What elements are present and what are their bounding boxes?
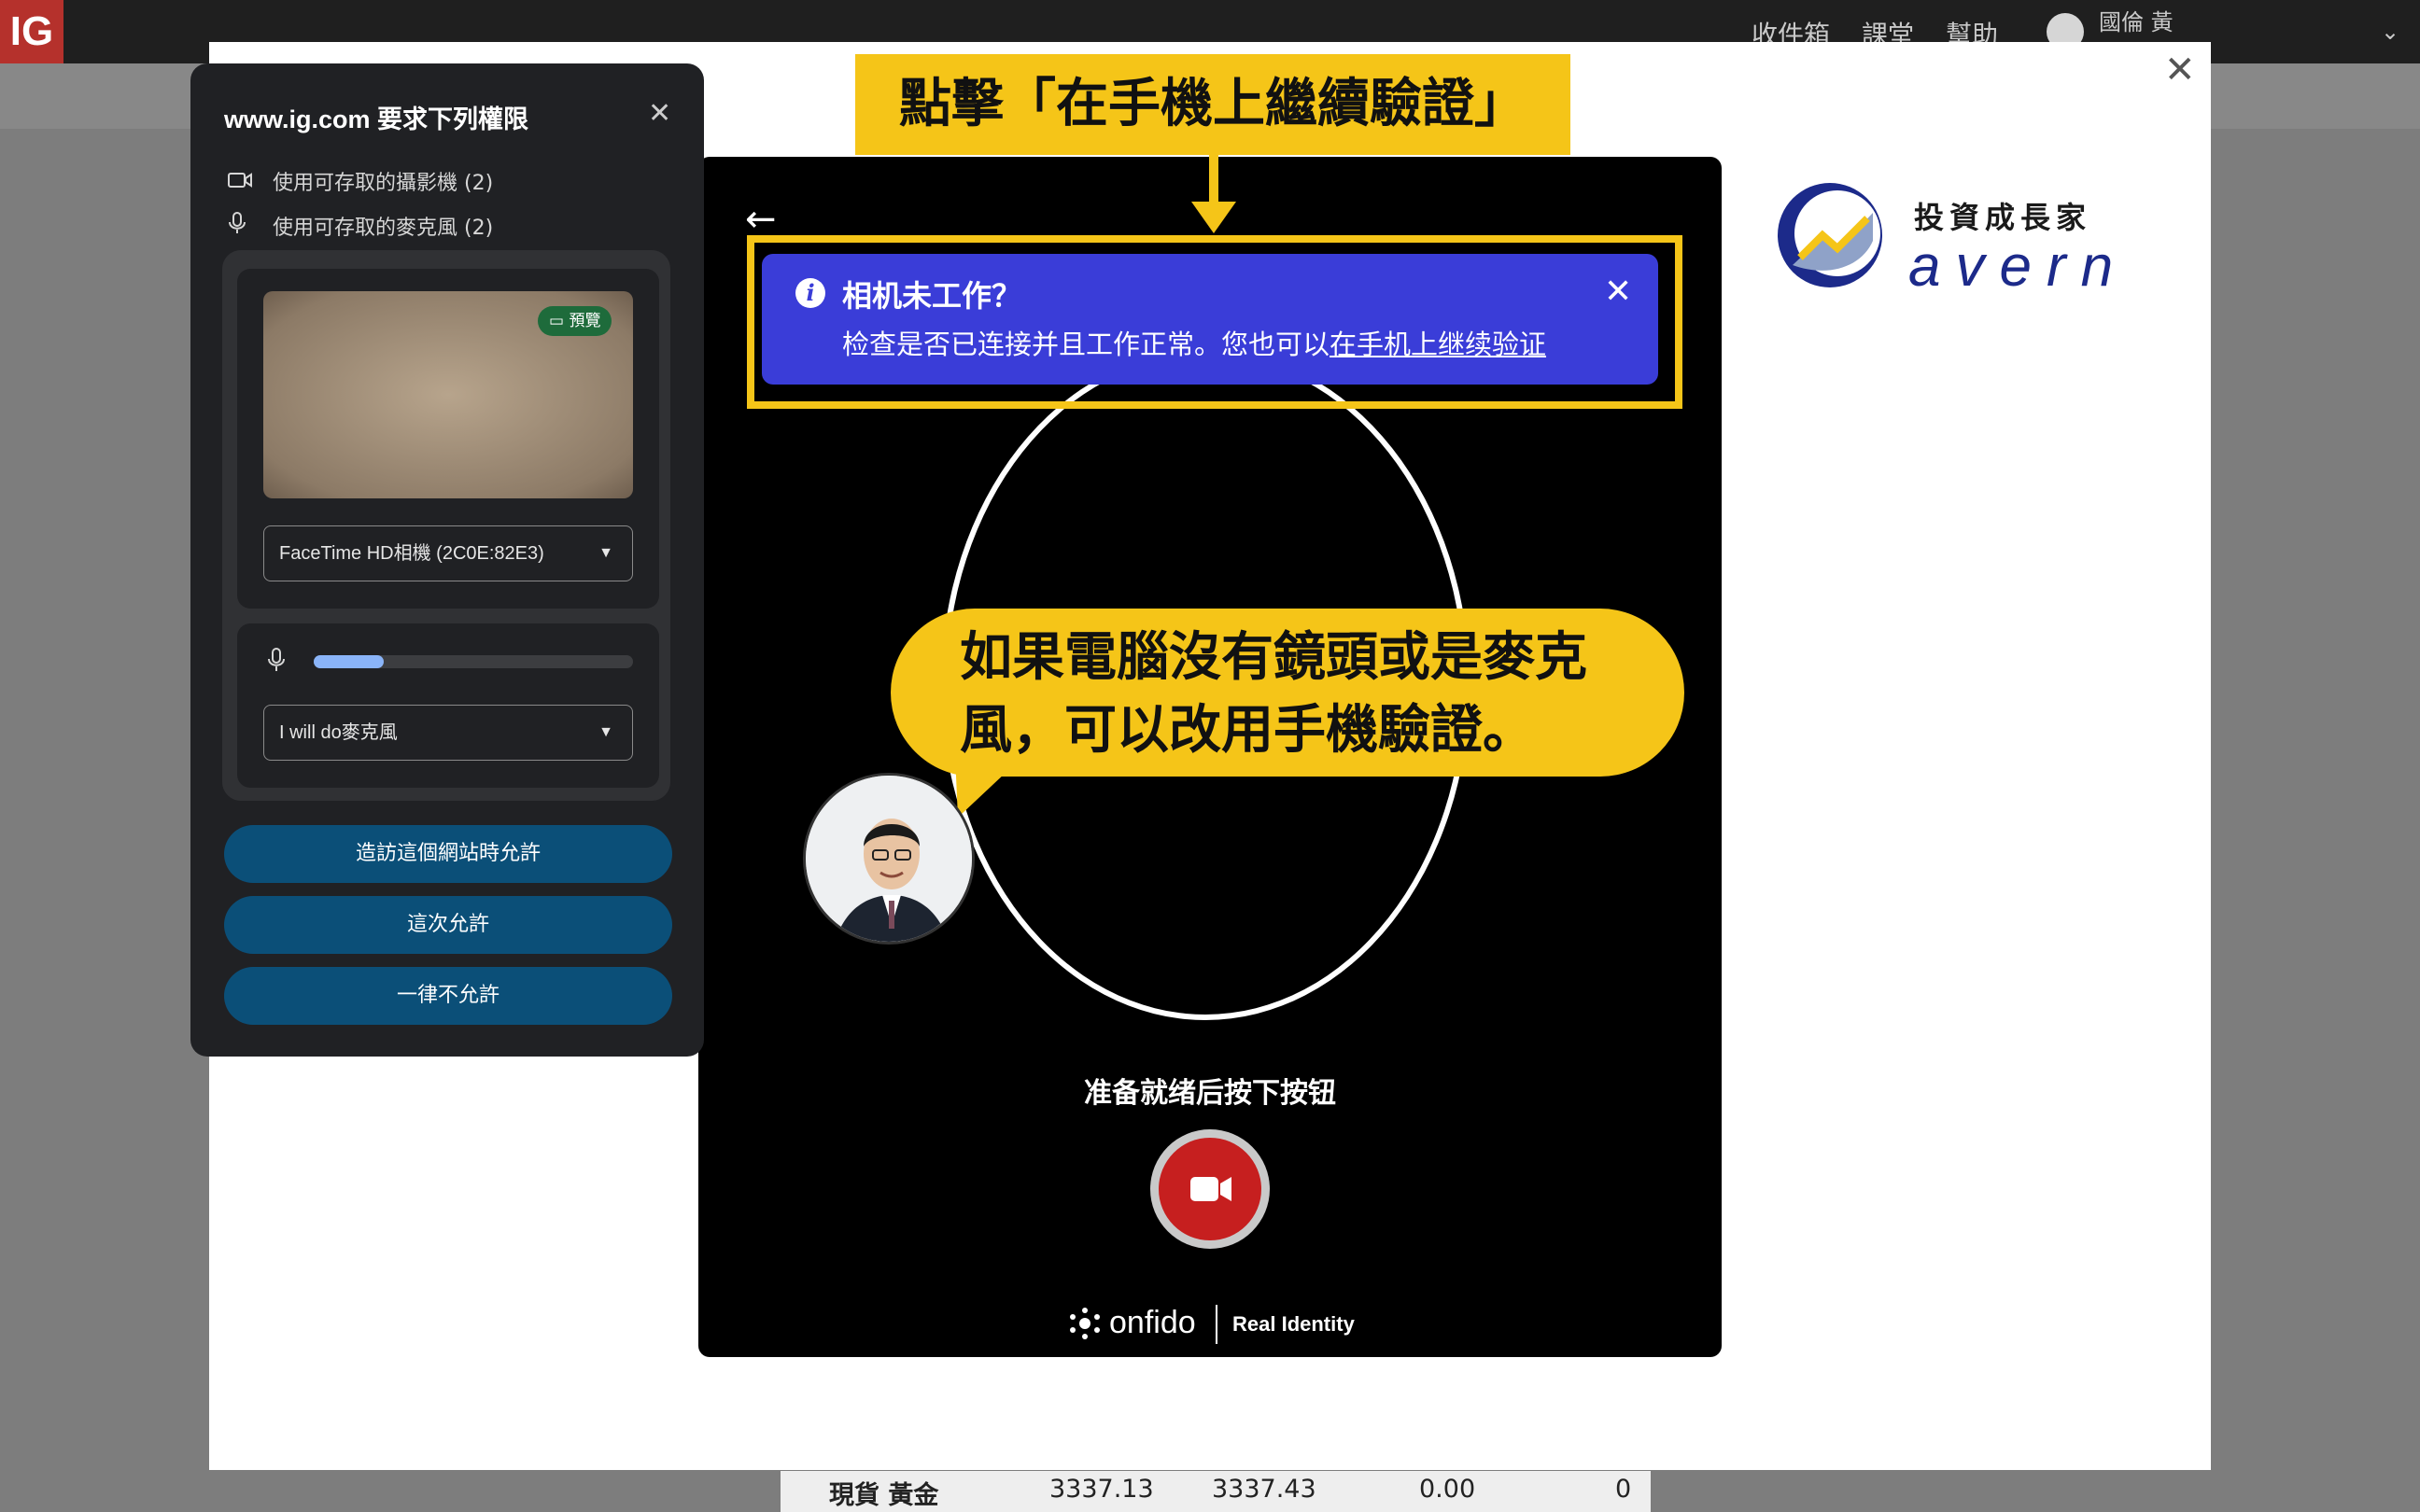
buy-price: 3337.43: [1212, 1475, 1316, 1504]
allow-this-time-button[interactable]: 這次允許: [224, 896, 672, 954]
preview-badge: ▭ 預覽: [538, 306, 612, 336]
permission-title: www.ig.com 要求下列權限: [224, 105, 529, 133]
microphone-icon: [267, 648, 286, 679]
permission-mic-label: 使用可存取的麥克風 (2): [273, 217, 494, 240]
permission-row-camera: 使用可存取的攝影機 (2): [228, 166, 493, 196]
microphone-select-value: I will do麥克風: [279, 722, 398, 743]
presenter-avatar: [803, 773, 975, 945]
change-value: 0.00: [1419, 1475, 1476, 1504]
sell-price: 3337.13: [1049, 1475, 1154, 1504]
microphone-icon: [228, 212, 254, 240]
footer-divider: [1216, 1305, 1217, 1344]
close-icon[interactable]: ✕: [2164, 49, 2196, 91]
permission-close-icon[interactable]: ✕: [648, 97, 671, 130]
annotation-highlight-box: [747, 235, 1682, 409]
onfido-logo-icon: [1070, 1308, 1100, 1339]
mic-level-fill: [314, 655, 385, 668]
position-count: 0: [1615, 1475, 1632, 1504]
video-camera-icon: ▭: [549, 312, 570, 330]
dropdown-caret-icon: ▼: [598, 724, 613, 740]
permission-row-microphone: 使用可存取的麥克風 (2): [228, 211, 493, 241]
ready-instruction: 准备就绪后按下按钮: [1084, 1077, 1336, 1110]
market-name: 現貨 黃金: [829, 1481, 939, 1510]
annotation-label: 點擊「在手機上繼續驗證」: [855, 54, 1570, 155]
chevron-down-icon[interactable]: ⌄: [2381, 19, 2399, 45]
annotation-arrow: [1209, 155, 1218, 207]
camera-select-value: FaceTime HD相機 (2C0E:82E3): [279, 543, 544, 564]
microphone-select[interactable]: I will do麥克風 ▼: [263, 705, 633, 761]
mic-level-meter: [314, 655, 633, 668]
never-allow-button[interactable]: 一律不允許: [224, 967, 672, 1025]
person-portrait-icon: [806, 776, 972, 942]
ig-logo[interactable]: IG: [0, 0, 63, 63]
user-name[interactable]: 國倫 黃: [2099, 4, 2174, 36]
permission-camera-label: 使用可存取的攝影機 (2): [273, 172, 494, 195]
record-button-face: [1159, 1138, 1261, 1240]
video-camera-icon: [1190, 1177, 1231, 1201]
onfido-wordmark: onfido: [1109, 1305, 1196, 1340]
video-camera-icon: [228, 171, 254, 195]
brand-subtitle: avern: [1908, 234, 2129, 299]
camera-select[interactable]: FaceTime HD相機 (2C0E:82E3) ▼: [263, 525, 633, 581]
annotation-arrow-head: [1191, 202, 1236, 233]
brand-emblem-icon: [1778, 183, 1882, 287]
table-row[interactable]: 現貨 黃金 3337.13 3337.43 0.00 0: [781, 1471, 1651, 1512]
record-button[interactable]: [1150, 1129, 1270, 1249]
dropdown-caret-icon: ▼: [598, 545, 613, 561]
allow-on-every-visit-button[interactable]: 造訪這個網站時允許: [224, 825, 672, 883]
brand-name: 投資成長家: [1914, 200, 2092, 235]
preview-badge-label: 預覽: [569, 312, 601, 330]
speech-bubble-text: 如果電腦沒有鏡頭或是麥克風，可以改用手機驗證。: [960, 627, 1587, 761]
footer-tagline: Real Identity: [1232, 1312, 1355, 1336]
